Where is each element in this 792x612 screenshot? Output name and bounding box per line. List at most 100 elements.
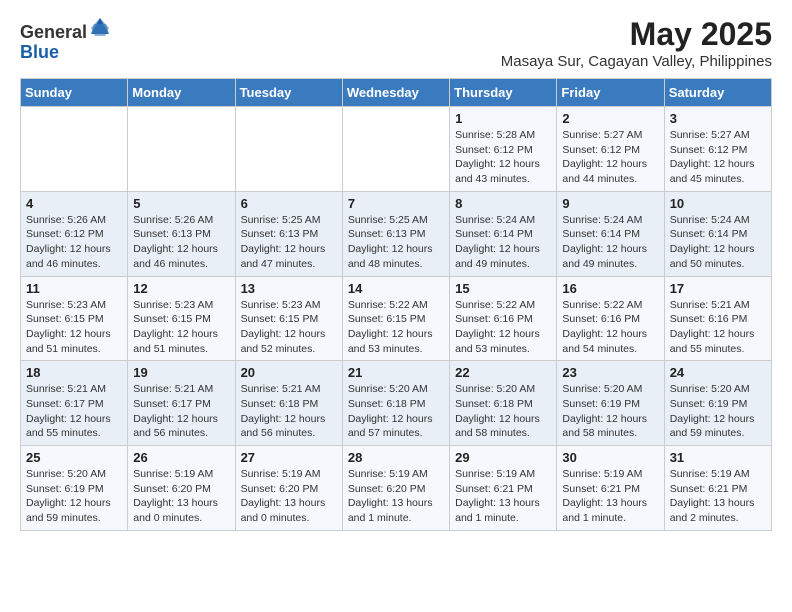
day-number: 15: [455, 281, 551, 296]
day-number: 12: [133, 281, 229, 296]
day-info: Sunrise: 5:26 AM Sunset: 6:12 PM Dayligh…: [26, 213, 122, 272]
calendar-cell: 28 Sunrise: 5:19 AM Sunset: 6:20 PM Dayli…: [342, 446, 449, 531]
calendar-cell: 19 Sunrise: 5:21 AM Sunset: 6:17 PM Dayli…: [128, 361, 235, 446]
calendar-cell: 13Sunrise: 5:23 AM Sunset: 6:15 PM Dayli…: [235, 276, 342, 361]
calendar-week-2: 4 Sunrise: 5:26 AM Sunset: 6:12 PM Daylig…: [21, 191, 772, 276]
day-info: Sunrise: 5:20 AM Sunset: 6:19 PM Dayligh…: [562, 382, 658, 441]
calendar-week-3: 11 Sunrise: 5:23 AM Sunset: 6:15 PM Dayli…: [21, 276, 772, 361]
day-info: Sunrise: 5:21 AM Sunset: 6:18 PM Dayligh…: [241, 382, 337, 441]
day-info: Sunrise: 5:21 AM Sunset: 6:17 PM Dayligh…: [133, 382, 229, 441]
calendar-cell: 18 Sunrise: 5:21 AM Sunset: 6:17 PM Dayli…: [21, 361, 128, 446]
calendar-cell: 15 Sunrise: 5:22 AM Sunset: 6:16 PM Dayli…: [450, 276, 557, 361]
page-header: General Blue May 2025 Masaya Sur, Cagaya…: [20, 16, 772, 70]
day-info: Sunrise: 5:25 AM Sunset: 6:13 PM Dayligh…: [241, 213, 337, 272]
weekday-header-thursday: Thursday: [450, 79, 557, 107]
day-number: 13: [241, 281, 337, 296]
day-number: 5: [133, 196, 229, 211]
day-info: Sunrise: 5:26 AM Sunset: 6:13 PM Dayligh…: [133, 213, 229, 272]
day-info: Sunrise: 5:21 AM Sunset: 6:17 PM Dayligh…: [26, 382, 122, 441]
calendar-cell: 12Sunrise: 5:23 AM Sunset: 6:15 PM Dayli…: [128, 276, 235, 361]
day-number: 22: [455, 365, 551, 380]
calendar-cell: 5 Sunrise: 5:26 AM Sunset: 6:13 PM Daylig…: [128, 191, 235, 276]
calendar-week-5: 25 Sunrise: 5:20 AM Sunset: 6:19 PM Dayli…: [21, 446, 772, 531]
day-number: 16: [562, 281, 658, 296]
calendar-cell: 14Sunrise: 5:22 AM Sunset: 6:15 PM Dayli…: [342, 276, 449, 361]
day-number: 24: [670, 365, 766, 380]
day-info: Sunrise: 5:19 AM Sunset: 6:21 PM Dayligh…: [455, 467, 551, 526]
day-info: Sunrise: 5:23 AM Sunset: 6:15 PM Dayligh…: [26, 298, 122, 357]
weekday-header-monday: Monday: [128, 79, 235, 107]
day-info: Sunrise: 5:22 AM Sunset: 6:16 PM Dayligh…: [455, 298, 551, 357]
day-info: Sunrise: 5:21 AM Sunset: 6:16 PM Dayligh…: [670, 298, 766, 357]
logo: General Blue: [20, 16, 111, 63]
day-info: Sunrise: 5:27 AM Sunset: 6:12 PM Dayligh…: [670, 128, 766, 187]
day-number: 20: [241, 365, 337, 380]
day-number: 1: [455, 111, 551, 126]
day-info: Sunrise: 5:20 AM Sunset: 6:18 PM Dayligh…: [455, 382, 551, 441]
day-info: Sunrise: 5:19 AM Sunset: 6:20 PM Dayligh…: [241, 467, 337, 526]
day-number: 29: [455, 450, 551, 465]
calendar-cell: 10 Sunrise: 5:24 AM Sunset: 6:14 PM Dayli…: [664, 191, 771, 276]
day-number: 18: [26, 365, 122, 380]
day-number: 2: [562, 111, 658, 126]
calendar-cell: [235, 107, 342, 192]
day-number: 4: [26, 196, 122, 211]
calendar-cell: 21Sunrise: 5:20 AM Sunset: 6:18 PM Dayli…: [342, 361, 449, 446]
calendar-cell: 9Sunrise: 5:24 AM Sunset: 6:14 PM Daylig…: [557, 191, 664, 276]
day-number: 30: [562, 450, 658, 465]
day-info: Sunrise: 5:20 AM Sunset: 6:18 PM Dayligh…: [348, 382, 444, 441]
logo-blue: Blue: [20, 42, 59, 62]
day-number: 28: [348, 450, 444, 465]
month-year-title: May 2025: [501, 16, 772, 53]
day-number: 26: [133, 450, 229, 465]
calendar-cell: 30 Sunrise: 5:19 AM Sunset: 6:21 PM Dayli…: [557, 446, 664, 531]
calendar-cell: 20 Sunrise: 5:21 AM Sunset: 6:18 PM Dayli…: [235, 361, 342, 446]
calendar-cell: 24 Sunrise: 5:20 AM Sunset: 6:19 PM Dayli…: [664, 361, 771, 446]
day-info: Sunrise: 5:24 AM Sunset: 6:14 PM Dayligh…: [670, 213, 766, 272]
day-number: 27: [241, 450, 337, 465]
day-number: 3: [670, 111, 766, 126]
day-info: Sunrise: 5:25 AM Sunset: 6:13 PM Dayligh…: [348, 213, 444, 272]
day-info: Sunrise: 5:20 AM Sunset: 6:19 PM Dayligh…: [670, 382, 766, 441]
calendar-cell: 27 Sunrise: 5:19 AM Sunset: 6:20 PM Dayli…: [235, 446, 342, 531]
calendar-cell: 6 Sunrise: 5:25 AM Sunset: 6:13 PM Daylig…: [235, 191, 342, 276]
calendar-cell: 31 Sunrise: 5:19 AM Sunset: 6:21 PM Dayli…: [664, 446, 771, 531]
title-block: May 2025 Masaya Sur, Cagayan Valley, Phi…: [501, 16, 772, 70]
day-info: Sunrise: 5:19 AM Sunset: 6:21 PM Dayligh…: [670, 467, 766, 526]
day-number: 25: [26, 450, 122, 465]
day-number: 6: [241, 196, 337, 211]
calendar-cell: 16 Sunrise: 5:22 AM Sunset: 6:16 PM Dayli…: [557, 276, 664, 361]
day-number: 23: [562, 365, 658, 380]
logo-icon: [89, 16, 111, 38]
weekday-header-wednesday: Wednesday: [342, 79, 449, 107]
day-info: Sunrise: 5:27 AM Sunset: 6:12 PM Dayligh…: [562, 128, 658, 187]
weekday-header-saturday: Saturday: [664, 79, 771, 107]
day-info: Sunrise: 5:19 AM Sunset: 6:21 PM Dayligh…: [562, 467, 658, 526]
day-number: 8: [455, 196, 551, 211]
day-info: Sunrise: 5:28 AM Sunset: 6:12 PM Dayligh…: [455, 128, 551, 187]
calendar-header-row: SundayMondayTuesdayWednesdayThursdayFrid…: [21, 79, 772, 107]
day-number: 14: [348, 281, 444, 296]
calendar-cell: [342, 107, 449, 192]
calendar-cell: 29 Sunrise: 5:19 AM Sunset: 6:21 PM Dayli…: [450, 446, 557, 531]
day-info: Sunrise: 5:19 AM Sunset: 6:20 PM Dayligh…: [348, 467, 444, 526]
calendar-cell: 26Sunrise: 5:19 AM Sunset: 6:20 PM Dayli…: [128, 446, 235, 531]
calendar-cell: 3 Sunrise: 5:27 AM Sunset: 6:12 PM Daylig…: [664, 107, 771, 192]
day-info: Sunrise: 5:20 AM Sunset: 6:19 PM Dayligh…: [26, 467, 122, 526]
weekday-header-tuesday: Tuesday: [235, 79, 342, 107]
day-number: 19: [133, 365, 229, 380]
day-number: 9: [562, 196, 658, 211]
calendar-cell: 25 Sunrise: 5:20 AM Sunset: 6:19 PM Dayli…: [21, 446, 128, 531]
day-number: 11: [26, 281, 122, 296]
weekday-header-friday: Friday: [557, 79, 664, 107]
calendar-table: SundayMondayTuesdayWednesdayThursdayFrid…: [20, 78, 772, 531]
calendar-cell: [128, 107, 235, 192]
day-number: 7: [348, 196, 444, 211]
day-number: 17: [670, 281, 766, 296]
day-number: 10: [670, 196, 766, 211]
day-info: Sunrise: 5:22 AM Sunset: 6:16 PM Dayligh…: [562, 298, 658, 357]
day-number: 31: [670, 450, 766, 465]
calendar-week-4: 18 Sunrise: 5:21 AM Sunset: 6:17 PM Dayli…: [21, 361, 772, 446]
calendar-cell: 17 Sunrise: 5:21 AM Sunset: 6:16 PM Dayli…: [664, 276, 771, 361]
calendar-week-1: 1 Sunrise: 5:28 AM Sunset: 6:12 PM Daylig…: [21, 107, 772, 192]
